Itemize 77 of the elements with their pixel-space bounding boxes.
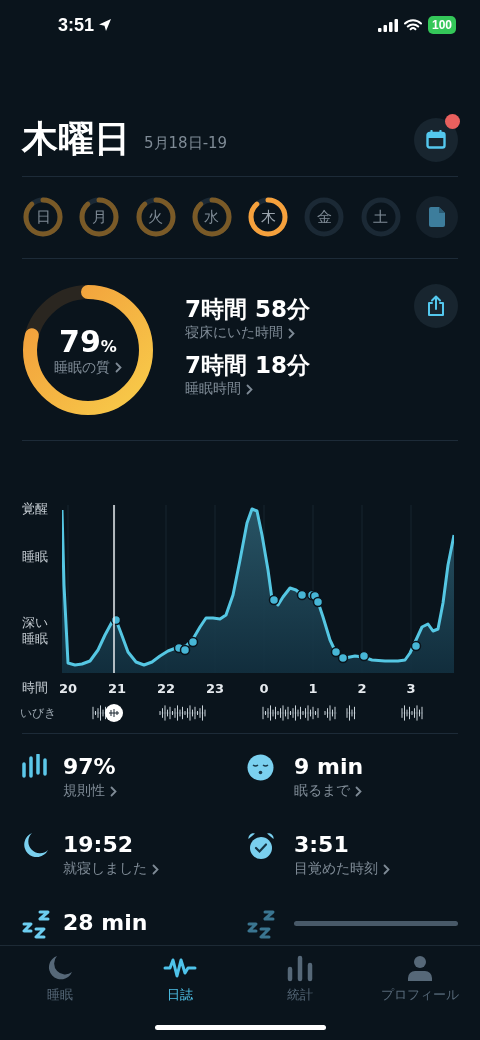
quality-score: 79% — [59, 323, 117, 359]
hour-label: 23 — [204, 680, 226, 696]
sleep-event-dot — [337, 652, 349, 664]
tab[interactable]: 統計 — [240, 952, 360, 1006]
day-ring[interactable]: 火 — [134, 196, 177, 238]
metric-value: 3:51 — [294, 831, 350, 859]
hour-label: 21 — [106, 680, 128, 696]
chevron-icon — [110, 785, 117, 797]
metric-link[interactable]: 眠るまで — [294, 782, 362, 800]
day-ring[interactable]: 金 — [303, 196, 346, 238]
duration-value: 7時間 18分 — [185, 351, 312, 380]
sleep-event-dot — [330, 646, 342, 658]
chevron-icon — [246, 383, 253, 395]
metric-link[interactable]: 規則性 — [63, 782, 117, 800]
day-ring[interactable]: 水 — [190, 196, 233, 238]
day-ring[interactable]: 土 — [359, 196, 402, 238]
location-arrow-icon — [98, 18, 113, 32]
sleepy-face-icon — [247, 754, 274, 781]
hour-label: 22 — [155, 680, 177, 696]
day-ring[interactable]: 木 — [247, 196, 290, 238]
metric-value: 97% — [63, 753, 117, 781]
wifi-icon — [403, 18, 422, 32]
chevron-icon — [383, 863, 390, 875]
metric-link[interactable]: 目覚めた時刻 — [294, 860, 390, 878]
chevron-icon — [152, 863, 159, 875]
zzz-icon — [247, 910, 277, 940]
sleep-event-dot — [312, 596, 324, 608]
tab[interactable]: プロフィール — [360, 952, 480, 1006]
axis-label: 深い睡眠 — [22, 615, 49, 647]
hour-label: 20 — [57, 680, 79, 696]
sleep-event-dot — [410, 640, 422, 652]
tab[interactable]: 睡眠 — [0, 952, 120, 1006]
hour-label: 1 — [307, 680, 319, 696]
hour-label: 0 — [258, 680, 270, 696]
stat-link[interactable]: 睡眠時間 — [185, 380, 253, 398]
share-icon — [426, 295, 446, 317]
metric-value: 9 min — [294, 753, 365, 781]
report-button[interactable] — [415, 196, 458, 238]
axis-label: 睡眠 — [22, 549, 48, 565]
sleep-event-dot — [110, 614, 122, 626]
quality-link[interactable]: 睡眠の質 — [54, 358, 122, 377]
calendar-icon — [426, 130, 446, 149]
chevron-icon — [115, 362, 122, 373]
share-button[interactable] — [414, 284, 458, 328]
sleep-event-dot — [358, 650, 370, 662]
metric-value: 19:52 — [63, 831, 135, 859]
moon-icon — [22, 832, 49, 859]
calendar-button[interactable] — [414, 117, 458, 162]
time-axis-title: 時間 — [22, 679, 49, 697]
sleep-event-dot — [296, 589, 308, 601]
sleep-event-dot — [187, 636, 199, 648]
metric-value: 28 min — [63, 909, 149, 937]
tab[interactable]: 日誌 — [120, 952, 240, 1006]
metric-link[interactable]: 就寝しました — [63, 860, 159, 878]
duration-value: 7時間 58分 — [185, 295, 312, 324]
day-title: 木曜日 — [22, 117, 130, 161]
sleep-event-dot — [179, 644, 191, 656]
document-icon — [428, 207, 445, 227]
chevron-icon — [288, 327, 295, 339]
day-ring[interactable]: 月 — [78, 196, 121, 238]
snore-label: いびき — [20, 704, 57, 722]
hour-label: 3 — [405, 680, 417, 696]
person-icon — [407, 954, 433, 982]
sleep-event-dot — [268, 594, 280, 606]
hour-label: 2 — [356, 680, 368, 696]
signal-icon — [377, 18, 398, 32]
axis-label: 覚醒 — [22, 501, 48, 517]
bar-chart-icon — [287, 954, 313, 982]
chevron-icon — [355, 785, 362, 797]
date-range: 5月18日-19 — [144, 134, 229, 153]
alarm-clock-icon — [247, 832, 275, 860]
battery-level: 100 — [427, 16, 456, 34]
day-ring[interactable]: 日 — [22, 196, 64, 238]
clock-time: 3:51 — [58, 14, 95, 36]
zzz-icon — [22, 910, 52, 940]
moon-icon — [47, 954, 73, 982]
stat-link[interactable]: 寝床にいた時間 — [185, 324, 295, 342]
